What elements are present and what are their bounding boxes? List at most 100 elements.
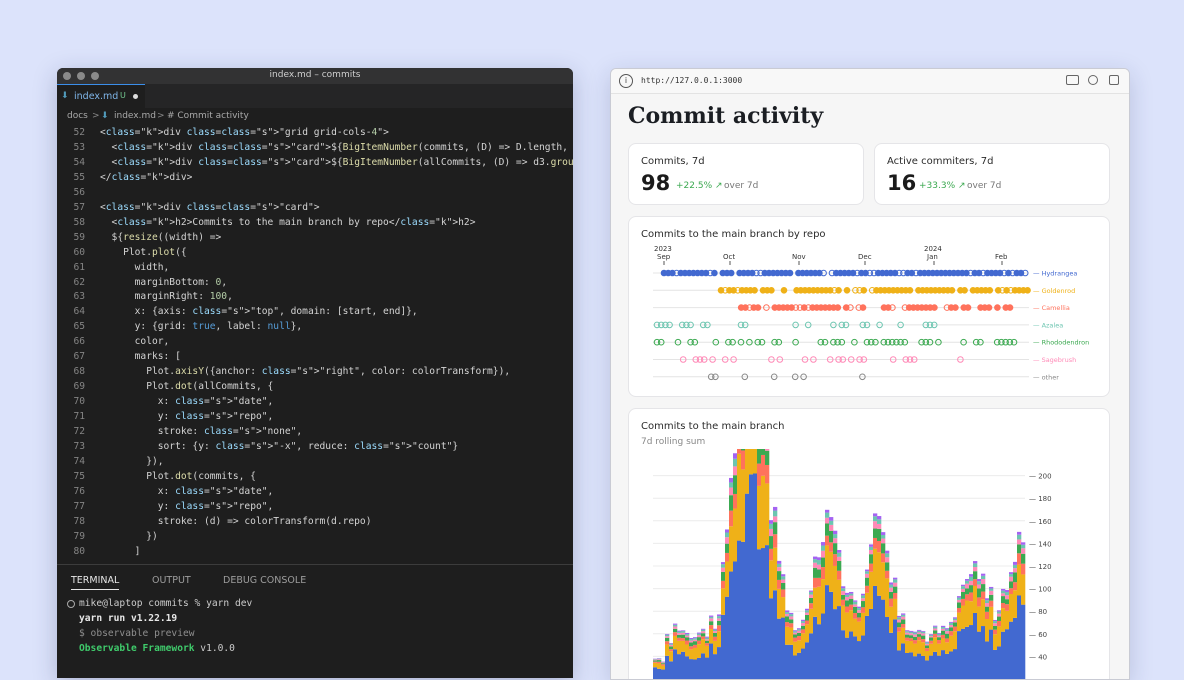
stack-bar [937, 633, 941, 634]
code-line[interactable]: 74 }), [57, 454, 573, 469]
code-line[interactable]: 60 Plot.plot({ [57, 245, 573, 260]
stack-bar [1001, 593, 1005, 596]
stack-bar [689, 638, 693, 639]
code-line[interactable]: 80 ] [57, 544, 573, 559]
editor-titlebar: index.md – commits [57, 68, 573, 84]
stack-bar [817, 569, 821, 577]
stack-bar [913, 640, 917, 644]
stack-bar [809, 595, 813, 598]
tab-debug-console[interactable]: DEBUG CONSOLE [223, 575, 306, 586]
code-line[interactable]: 59 ${resize((width) => [57, 230, 573, 245]
sidebar-toggle-icon[interactable] [1066, 75, 1079, 85]
stack-bar [869, 550, 873, 554]
stack-bar [805, 621, 809, 625]
stack-bar [845, 638, 849, 679]
code-line[interactable]: 52<class="k">div class=class="s">"grid g… [57, 125, 573, 140]
stack-bar [853, 619, 857, 637]
stack-bar [673, 624, 677, 625]
line-number: 72 [57, 426, 85, 437]
stack-bar [769, 598, 773, 679]
code-line[interactable]: 55</class="k">div> [57, 170, 573, 185]
square-icon[interactable] [1109, 75, 1119, 85]
stack-bar [861, 607, 865, 613]
stack-bar [997, 626, 1001, 646]
info-icon[interactable]: i [619, 74, 633, 88]
breadcrumb-file[interactable]: index.md [114, 111, 156, 121]
code-line[interactable]: 63 marginRight: 100, [57, 289, 573, 304]
terminal-line: $ observable preview [79, 628, 195, 639]
code-text: color, [100, 336, 169, 347]
code-line[interactable]: 67 marks: [ [57, 349, 573, 364]
code-line[interactable]: 77 y: class="s">"repo", [57, 499, 573, 514]
code-line[interactable]: 73 sort: {y: class="s">"-x", reduce: cla… [57, 439, 573, 454]
tab-terminal[interactable]: TERMINAL [71, 575, 119, 590]
code-line[interactable]: 62 marginBottom: 0, [57, 275, 573, 290]
stack-bar [821, 567, 825, 579]
code-line[interactable]: 76 x: class="s">"date", [57, 484, 573, 499]
code-line[interactable]: 70 x: class="s">"date", [57, 394, 573, 409]
code-line[interactable]: 71 y: class="s">"repo", [57, 409, 573, 424]
code-area[interactable]: 52<class="k">div class=class="s">"grid g… [57, 125, 573, 565]
stack-bar [769, 529, 773, 536]
line-number: 57 [57, 202, 85, 213]
code-line[interactable]: 65 y: {grid: true, label: null}, [57, 319, 573, 334]
stack-bar [933, 627, 937, 629]
code-editor-window: index.md – commits ⬇ index.md U docs > ⬇… [57, 68, 573, 678]
stack-bar [921, 642, 925, 656]
code-line[interactable]: 78 stroke: (d) => colorTransform(d.repo) [57, 514, 573, 529]
stack-bar [825, 585, 829, 679]
stack-bar [781, 576, 785, 579]
code-line[interactable]: 75 Plot.dot(commits, { [57, 469, 573, 484]
stack-bar [861, 636, 865, 679]
code-line[interactable]: 53 <class="k">div class=class="s">"card"… [57, 140, 573, 155]
code-line[interactable]: 79 }) [57, 529, 573, 544]
stack-bar [853, 607, 857, 613]
stack-bar [705, 646, 709, 658]
circle-icon [67, 600, 75, 608]
code-line[interactable]: 54 <class="k">div class=class="s">"card"… [57, 155, 573, 170]
code-line[interactable]: 64 x: {axis: class="s">"top", domain: [s… [57, 304, 573, 319]
stack-bar [873, 549, 877, 586]
code-line[interactable]: 72 stroke: class="s">"none", [57, 424, 573, 439]
stack-bar [957, 631, 961, 679]
stack-bar [969, 585, 973, 592]
stack-bar [957, 600, 961, 603]
line-number: 73 [57, 441, 85, 452]
stack-bar [757, 486, 761, 549]
code-line[interactable]: 56 [57, 185, 573, 200]
code-line[interactable]: 58 <class="k">h2>Commits to the main bra… [57, 215, 573, 230]
stack-bar [933, 630, 937, 633]
code-text: marks: [ [100, 351, 181, 362]
code-line[interactable]: 61 width, [57, 260, 573, 275]
stack-bar [845, 612, 849, 637]
url-text[interactable]: http://127.0.0.1:3000 [641, 76, 742, 85]
breadcrumb-heading[interactable]: # Commit activity [167, 111, 249, 121]
code-line[interactable]: 66 color, [57, 334, 573, 349]
stack-bar [669, 651, 673, 661]
code-line[interactable]: 69 Plot.dot(allCommits, { [57, 379, 573, 394]
tab-output[interactable]: OUTPUT [152, 575, 191, 586]
circle-icon[interactable] [1088, 75, 1098, 85]
stack-bar [893, 578, 897, 580]
stack-bar [965, 588, 969, 594]
breadcrumb-docs[interactable]: docs [67, 111, 88, 121]
code-line[interactable]: 57<class="k">div class=class="s">"card"> [57, 200, 573, 215]
code-text: x: class="s">"date", [100, 396, 273, 407]
stack-bar [837, 553, 841, 557]
address-bar[interactable]: i http://127.0.0.1:3000 [611, 69, 1129, 94]
stack-bar [677, 654, 681, 679]
code-line[interactable]: 68 Plot.axisY({anchor: class="s">"right"… [57, 364, 573, 379]
stack-bar [861, 601, 865, 607]
stack-bar [721, 568, 725, 572]
stack-bar [881, 539, 885, 544]
stack-bar [653, 660, 657, 661]
stack-bar [1013, 565, 1017, 568]
stack-bar [769, 536, 773, 549]
unsaved-dot-icon[interactable] [133, 94, 138, 99]
tab-index-md[interactable]: ⬇ index.md U [57, 84, 145, 108]
stack-bar [789, 623, 793, 627]
stack-bar [873, 529, 877, 538]
stack-bar [949, 627, 953, 631]
stack-bar [725, 544, 729, 553]
stack-bar [973, 579, 977, 586]
